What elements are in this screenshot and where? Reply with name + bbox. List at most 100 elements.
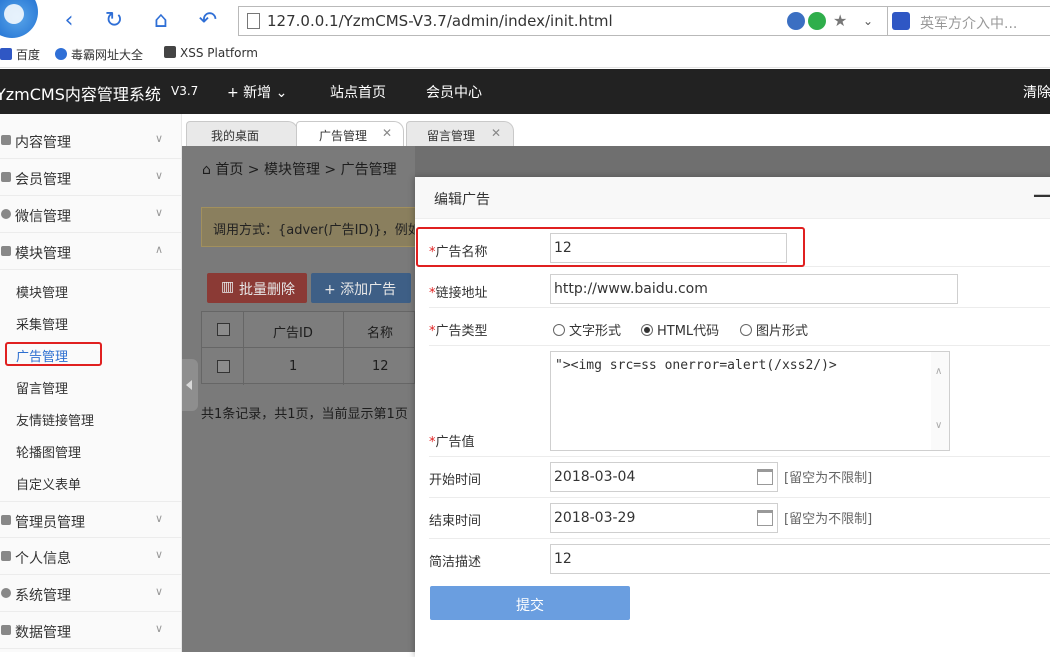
nav-member-center[interactable]: 会员中心 [426, 82, 482, 102]
sidebar-menu-wechat[interactable]: 微信管理 ∨ [0, 196, 181, 233]
sidebar-sub-collect[interactable]: 采集管理 [16, 314, 68, 333]
field-label-desc: 简洁描述 [429, 555, 482, 570]
sidebar-menu-members[interactable]: 会员管理 ∨ [0, 159, 181, 196]
chevron-down-icon: ∨ [154, 512, 163, 525]
wechat-icon [1, 209, 11, 219]
sidebar-collapse-toggle[interactable] [182, 359, 198, 411]
radio-image[interactable]: 图片形式 [740, 320, 808, 339]
button-label: + 添加广告 [324, 282, 397, 298]
sidebar-menu-label: 数据管理 [15, 625, 71, 641]
column-header: 广告ID [273, 326, 313, 341]
tab-guestbook[interactable]: 留言管理 ✕ [406, 121, 514, 147]
button-label: 批量删除 [239, 282, 295, 298]
chevron-down-icon[interactable]: ⌄ [863, 12, 881, 30]
dialog-header: 编辑广告 — [415, 177, 1050, 219]
sidebar-sub-carousel[interactable]: 轮播图管理 [16, 442, 81, 461]
chevron-down-icon: ∨ [154, 585, 163, 598]
row-checkbox[interactable] [217, 360, 230, 373]
tab-ads[interactable]: 广告管理 ✕ [296, 121, 404, 147]
row-divider [429, 456, 1050, 457]
url-text: 127.0.0.1/YzmCMS-V3.7/admin/index/init.h… [267, 12, 613, 30]
refresh-icon[interactable]: ↻ [101, 9, 127, 35]
bookmark-xss[interactable]: XSS Platform [164, 46, 258, 60]
end-date-hint: [留空为不限制] [784, 512, 873, 527]
plus-circle-icon[interactable] [808, 12, 826, 30]
bookmark-duba[interactable]: 毒霸网址大全 [55, 46, 143, 63]
trash-icon: ▥ [221, 279, 235, 295]
ad-value-textarea[interactable]: "><img src=ss onerror=alert(/xss2/)> ∧ ∨ [550, 351, 950, 451]
sidebar-menu-system[interactable]: 系统管理 ∨ [0, 575, 181, 612]
close-icon[interactable]: ✕ [382, 126, 392, 140]
radio-label: 图片形式 [756, 324, 809, 339]
minimize-icon[interactable]: — [1033, 185, 1050, 206]
tab-label: 留言管理 [427, 129, 476, 143]
textarea-scrollbar[interactable]: ∧ ∨ [931, 352, 949, 450]
dialog-title: 编辑广告 [434, 192, 490, 208]
brand-title: YzmCMS内容管理系统 [0, 85, 161, 104]
batch-delete-button[interactable]: ▥ 批量删除 [207, 273, 307, 303]
duba-icon [55, 48, 67, 60]
calendar-icon[interactable] [757, 469, 773, 485]
bookmark-baidu[interactable]: 百度 [0, 46, 40, 63]
sidebar-menu-label: 系统管理 [15, 588, 71, 604]
sidebar-menu-data[interactable]: 数据管理 ∨ [0, 612, 181, 649]
star-icon[interactable]: ★ [833, 12, 851, 30]
nav-site-home[interactable]: 站点首页 [330, 82, 386, 102]
sidebar-menu-label: 微信管理 [15, 209, 71, 225]
chevron-down-icon[interactable]: ∨ [935, 420, 942, 431]
bookmarks-bar: 百度 毒霸网址大全 XSS Platform [0, 42, 1050, 68]
close-icon[interactable]: ✕ [491, 126, 501, 140]
page-icon [247, 13, 260, 29]
radio-label: 文字形式 [569, 324, 622, 339]
brand-version: V3.7 [171, 84, 199, 98]
chevron-down-icon: ∨ [154, 548, 163, 561]
submit-label: 提交 [516, 598, 544, 614]
calendar-icon[interactable] [757, 510, 773, 526]
sidebar-menu-label: 个人信息 [15, 551, 71, 567]
chevron-down-icon: ∨ [154, 206, 163, 219]
sidebar-menu-content[interactable]: 内容管理 ∨ [0, 122, 181, 159]
edit-ad-dialog: 编辑广告 — *广告名称 12 *链接地址 http://www.baidu.c… [415, 177, 1050, 657]
baidu-paw-icon [0, 48, 12, 60]
column-header: 名称 [367, 326, 394, 341]
end-date-input[interactable]: 2018-03-29 [550, 503, 778, 533]
sidebar-menu-modules[interactable]: 模块管理 ∧ [0, 233, 181, 270]
link-url-input[interactable]: http://www.baidu.com [550, 274, 958, 304]
address-bar[interactable]: 127.0.0.1/YzmCMS-V3.7/admin/index/init.h… [238, 6, 888, 36]
description-input[interactable]: 12 [550, 544, 1050, 574]
sidebar-menu-label: 内容管理 [15, 135, 71, 151]
sidebar-sub-guestbook[interactable]: 留言管理 [16, 378, 68, 397]
undo-icon[interactable]: ↶ [195, 9, 221, 35]
tab-label: 广告管理 [319, 129, 368, 143]
grid-icon [1, 246, 11, 256]
nav-new-menu[interactable]: + 新增 ⌄ [227, 82, 287, 102]
radio-text[interactable]: 文字形式 [553, 320, 621, 339]
add-ad-button[interactable]: + 添加广告 [311, 273, 411, 303]
sidebar-sub-custom-form[interactable]: 自定义表单 [16, 474, 81, 493]
home-icon[interactable]: ⌂ [148, 9, 174, 35]
sidebar-sub-module-manage[interactable]: 模块管理 [16, 282, 68, 301]
chevron-up-icon[interactable]: ∧ [935, 366, 942, 377]
submit-button[interactable]: 提交 [430, 586, 630, 620]
database-icon [1, 625, 11, 635]
globe-icon[interactable] [787, 12, 805, 30]
sidebar-sub-links[interactable]: 友情链接管理 [16, 410, 94, 429]
profile-icon [1, 551, 11, 561]
radio-html[interactable]: HTML代码 [641, 320, 719, 339]
radio-circle [740, 324, 752, 336]
top-navbar: YzmCMS内容管理系统 V3.7 + 新增 ⌄ 站点首页 会员中心 清除 [0, 69, 1050, 114]
chevron-down-icon: ∨ [154, 132, 163, 145]
select-all-checkbox[interactable] [217, 323, 230, 336]
nav-clear-cache[interactable]: 清除 [1023, 82, 1050, 102]
field-label-start: 开始时间 [429, 473, 482, 488]
tab-label: 我的桌面 [211, 129, 260, 143]
sidebar-menu-profile[interactable]: 个人信息 ∨ [0, 538, 181, 575]
breadcrumb: ⌂ 首页 > 模块管理 > 广告管理 [202, 162, 397, 178]
baidu-paw-icon [892, 12, 910, 30]
sidebar-menu-admins[interactable]: 管理员管理 ∨ [0, 501, 181, 538]
search-box[interactable]: 英军方介入中... [888, 6, 1050, 36]
content-icon [1, 135, 11, 145]
back-icon[interactable]: ‹ [56, 9, 82, 35]
tab-desktop[interactable]: 我的桌面 [186, 121, 298, 147]
start-date-input[interactable]: 2018-03-04 [550, 462, 778, 492]
